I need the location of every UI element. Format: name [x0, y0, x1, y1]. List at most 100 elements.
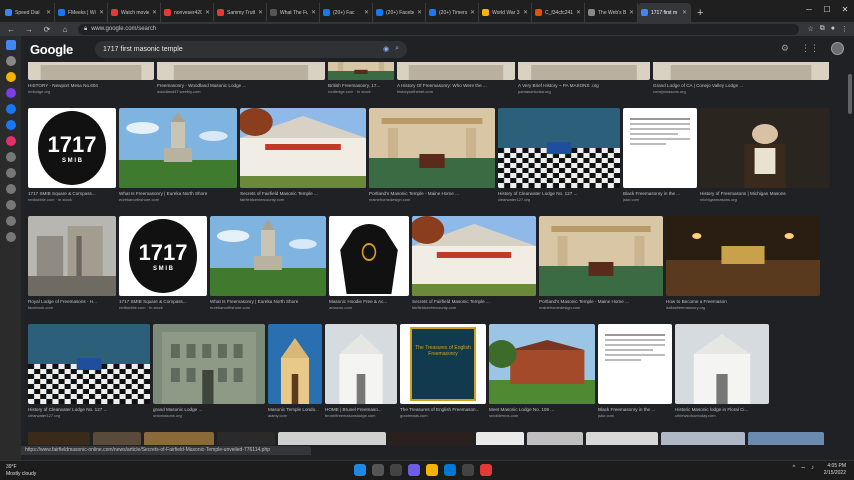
facebook-icon[interactable] — [5, 104, 16, 114]
image-result-card[interactable]: History of Clearwater Lodge No. 127 ... c… — [28, 324, 150, 418]
menu-icon[interactable]: ⋮ — [841, 25, 848, 33]
image-thumbnail[interactable]: 1717 S M I B — [119, 216, 207, 296]
image-result-card[interactable]: Black Freemasonry in the ... jstor.com — [598, 324, 672, 418]
browser-tab[interactable]: nonveser420 ✕ — [161, 3, 214, 22]
camera-search-icon[interactable]: ◉ — [383, 45, 389, 53]
image-thumbnail[interactable] — [586, 432, 658, 445]
image-thumbnail[interactable] — [489, 324, 595, 404]
image-result-title[interactable]: 1717 SMIB Square & Compass... — [119, 299, 207, 304]
image-result-title[interactable]: Black Freemasonry in the ... — [623, 191, 697, 196]
image-thumbnail[interactable] — [412, 216, 536, 296]
image-result-card[interactable]: British Freemasonry, 17... routledge.com … — [328, 62, 394, 94]
apps-grid-icon[interactable]: ⋮⋮ — [801, 43, 819, 54]
image-result-source[interactable]: mainehomedesign.com — [369, 197, 495, 202]
image-thumbnail[interactable] — [598, 324, 672, 404]
image-thumbnail[interactable] — [748, 432, 824, 445]
new-tab-button[interactable]: + — [691, 3, 709, 22]
image-result-card[interactable]: Meet Masonic Lodge No. 108 ... smoldemos.… — [489, 324, 595, 418]
image-result-title[interactable]: History of Freemasons | Michigan Masons — [700, 191, 830, 196]
browser-tab[interactable]: The Web's B ✕ — [585, 3, 638, 22]
image-result-title[interactable]: Masonic Temple Londo... — [268, 407, 322, 412]
image-thumbnail[interactable] — [653, 62, 829, 80]
tab-close-icon[interactable]: ✕ — [682, 9, 687, 16]
image-thumbnail[interactable] — [157, 62, 325, 80]
image-result-source[interactable]: woodland47.weebly.com — [157, 89, 325, 94]
image-result-source[interactable]: mainehomedesign.com — [539, 305, 663, 310]
star-icon[interactable] — [5, 72, 16, 82]
image-thumbnail[interactable] — [498, 108, 620, 188]
image-result-title[interactable]: A History Of Freemasonry: Who Were the .… — [397, 83, 515, 88]
image-thumbnail[interactable] — [210, 216, 326, 296]
speed-dial-icon[interactable] — [5, 40, 16, 50]
start-icon[interactable] — [354, 464, 366, 476]
image-result-card[interactable]: HOME | Brunel Freemaso... brunelfreemason… — [325, 324, 397, 418]
image-result-source[interactable]: smoldemos.com — [489, 413, 595, 418]
settings-gear-icon[interactable]: ⚙ — [781, 43, 789, 54]
image-result-card[interactable]: Black Freemasonry in the ... jstor.com — [623, 108, 697, 202]
image-result-title[interactable]: Portland's Masonic Temple - Maine Home .… — [369, 191, 495, 196]
image-thumbnail[interactable] — [329, 216, 409, 296]
image-result-title[interactable]: Meet Masonic Lodge No. 108 ... — [489, 407, 595, 412]
image-result-source[interactable]: ontomasons.org — [153, 413, 265, 418]
image-result-card[interactable]: Secrets of Fairfield Masonic Temple ... f… — [412, 216, 536, 310]
image-thumbnail[interactable] — [240, 108, 366, 188]
image-thumbnail[interactable] — [217, 432, 275, 445]
image-result-card[interactable]: The Treasures of English Freemasonry The … — [400, 324, 486, 418]
image-result-title[interactable]: HOME | Brunel Freemaso... — [325, 407, 397, 412]
browser-tab[interactable]: (20+) Fac ✕ — [320, 3, 373, 22]
image-result-source[interactable]: clearwater127.org — [498, 197, 620, 202]
search-box[interactable]: 1717 first masonic temple ◉ ⌕ — [95, 40, 407, 58]
store-icon[interactable] — [462, 464, 474, 476]
image-thumbnail[interactable] — [666, 216, 820, 296]
image-result-source[interactable]: amazon.com — [329, 305, 409, 310]
image-result-source[interactable]: pamasonicdsa.org — [518, 89, 650, 94]
image-result-title[interactable]: The Treasures of English Freemason... — [400, 407, 486, 412]
image-result-source[interactable]: jstor.com — [598, 413, 672, 418]
image-result-card[interactable]: Historic Masonic lodge in Floral Ci... ci… — [675, 324, 769, 418]
image-result-title[interactable]: Secrets of Fairfield Masonic Temple ... — [412, 299, 536, 304]
tab-close-icon[interactable]: ✕ — [311, 9, 316, 16]
home-icon[interactable]: ⌂ — [60, 25, 70, 34]
more-icon[interactable] — [5, 232, 16, 242]
image-result-title[interactable]: Secrets of Fairfield Masonic Temple ... — [240, 191, 366, 196]
image-thumbnail[interactable]: The Treasures of English Freemasonry — [400, 324, 486, 404]
image-thumbnail[interactable] — [369, 108, 495, 188]
image-result-card[interactable]: Masonic Temple Londo... alamy.com — [268, 324, 322, 418]
extensions-icon[interactable]: ⧉ — [820, 25, 825, 33]
image-thumbnail[interactable] — [28, 324, 150, 404]
image-result-source[interactable]: fairfieldcentercounty.com — [412, 305, 536, 310]
image-result-card[interactable]: History of Clearwater Lodge No. 127 ... c… — [498, 108, 620, 202]
image-result-title[interactable]: A Very Brief History ~ PA MASONS .org — [518, 83, 650, 88]
minimize-icon[interactable]: ─ — [800, 0, 818, 18]
image-result-source[interactable]: conejomasons.org — [653, 89, 829, 94]
image-thumbnail[interactable] — [389, 432, 473, 445]
image-result-card[interactable]: 1717 S M I B 1717 SMIB Square & Compass...… — [28, 108, 116, 202]
image-thumbnail[interactable]: 1717 S M I B — [28, 108, 116, 188]
tab-close-icon[interactable]: ✕ — [523, 9, 528, 16]
image-thumbnail[interactable] — [539, 216, 663, 296]
search-taskbar-icon[interactable] — [372, 464, 384, 476]
task-view-icon[interactable] — [390, 464, 402, 476]
search-query[interactable]: 1717 first masonic temple — [103, 46, 377, 53]
image-result-title[interactable]: Grand Lodge of CA | Conejo Valley Lodge … — [653, 83, 829, 88]
browser-tab[interactable]: (20+) Facebo ✕ — [373, 3, 426, 22]
image-thumbnail[interactable] — [527, 432, 583, 445]
browser-tab[interactable]: Speed Dial ✕ — [2, 3, 55, 22]
reload-icon[interactable]: ⟳ — [42, 25, 52, 34]
image-thumbnail[interactable] — [119, 108, 237, 188]
image-result-title[interactable]: 1717 SMIB Square & Compass... — [28, 191, 116, 196]
image-thumbnail[interactable] — [397, 62, 515, 80]
image-result-source[interactable]: citnewsofourtoday.com — [675, 413, 769, 418]
messenger-icon-2[interactable] — [5, 120, 16, 130]
image-result-card[interactable]: 1717 S M I B 1717 SMIB Square & Compass...… — [119, 216, 207, 310]
image-result-card[interactable]: Freemasonry - Woodland Masonic Lodge ...… — [157, 62, 325, 94]
image-result-source[interactable]: historyonthenet.com — [397, 89, 515, 94]
tab-close-icon[interactable]: ✕ — [470, 9, 475, 16]
image-result-title[interactable]: How to Become a Freemason — [666, 299, 820, 304]
image-result-source[interactable]: redbubble.com · In stock — [28, 197, 116, 202]
image-result-source[interactable]: alamy.com — [268, 413, 322, 418]
tab-close-icon[interactable]: ✕ — [364, 9, 369, 16]
tab-close-icon[interactable]: ✕ — [152, 9, 157, 16]
image-thumbnail[interactable] — [93, 432, 141, 445]
image-result-card[interactable]: Grand Lodge of CA | Conejo Valley Lodge … — [653, 62, 829, 94]
